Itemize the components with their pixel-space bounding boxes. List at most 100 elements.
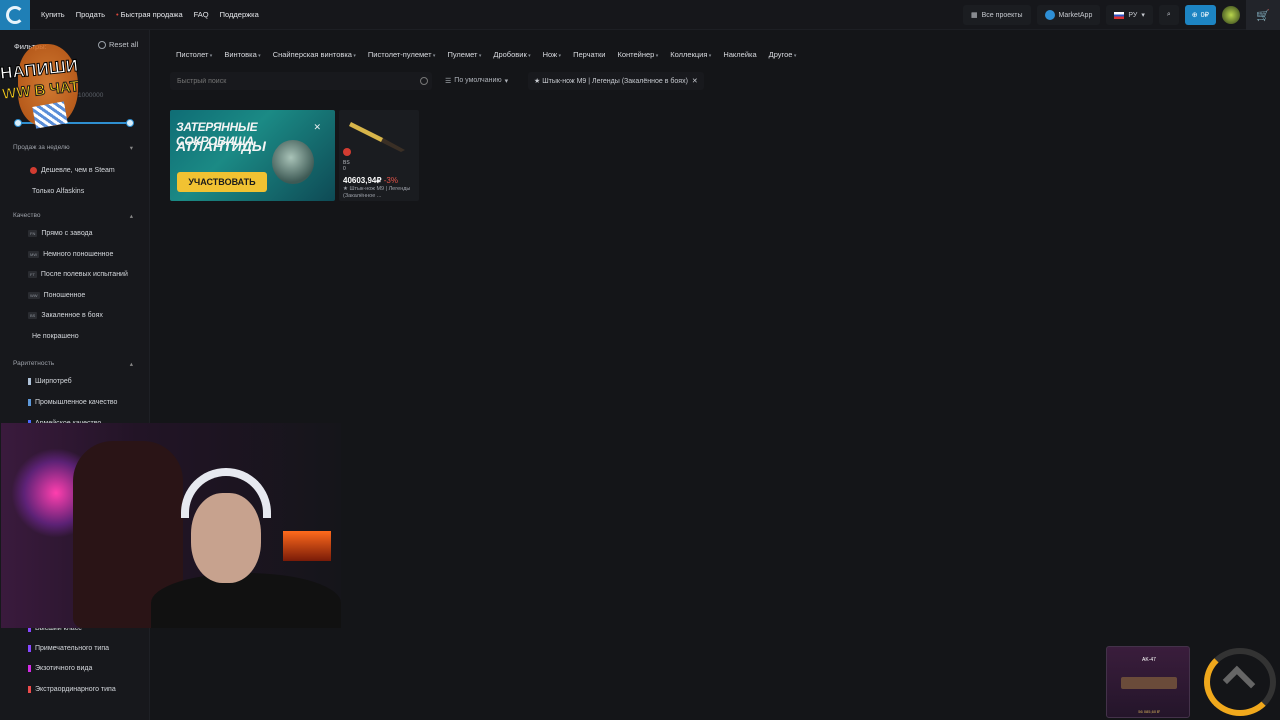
rarity-color-mark xyxy=(28,378,31,385)
category-pistol[interactable]: Пистолет xyxy=(176,50,212,59)
search-icon: ⌕ xyxy=(1166,11,1171,18)
quality-option[interactable]: BS Закаленное в боях xyxy=(28,312,103,319)
quality-section-title: Качество xyxy=(13,212,41,219)
stream-item-widget: AK-47 56 085,60 ₽ xyxy=(1104,644,1280,720)
category-knife[interactable]: Нож xyxy=(543,50,561,59)
balance-value: 0₽ xyxy=(1200,12,1209,19)
rarity-option[interactable]: Примечательного типа xyxy=(28,645,109,652)
plus-icon: ⊕ xyxy=(1191,12,1198,19)
close-icon[interactable]: ✕ xyxy=(692,77,698,85)
search-button[interactable]: ⌕ xyxy=(1158,5,1179,25)
topbar-right: ▦ Все проекты MarketApp РУ ▾ ⌕ ⊕ 0₽ 🛒 xyxy=(963,0,1280,30)
rarity-option[interactable]: Ширпотреб xyxy=(28,378,72,385)
item-discount: -3% xyxy=(383,176,398,185)
category-rifle[interactable]: Винтовка xyxy=(224,50,260,59)
quality-option[interactable]: Не покрашено xyxy=(32,333,79,340)
category-machinegun[interactable]: Пулемет xyxy=(447,50,481,59)
option-label: Промышленное качество xyxy=(35,399,118,406)
reset-icon xyxy=(98,40,106,49)
quality-option[interactable]: FN Прямо с завода xyxy=(28,230,93,237)
filter-cheaper-than-steam[interactable]: Дешевле, чем в Steam xyxy=(30,167,115,174)
quality-option[interactable]: FT После полевых испытаний xyxy=(28,271,128,278)
chevron-up-icon: ▴ xyxy=(129,213,133,220)
quality-tag: WW xyxy=(28,292,40,299)
close-icon[interactable]: ✕ xyxy=(313,122,321,133)
option-label: Поношенное xyxy=(43,292,86,299)
rarity-color-mark xyxy=(28,665,31,672)
streamer-shirt xyxy=(151,573,341,628)
option-label: Экзотичного вида xyxy=(35,665,93,672)
category-collection[interactable]: Коллекция xyxy=(670,50,711,59)
all-projects-button[interactable]: ▦ Все проекты xyxy=(963,5,1031,25)
logo-icon xyxy=(6,5,24,24)
item-name: ★ Штык-нож M9 | Легенды (Закалённое ... xyxy=(343,186,411,199)
widget-item-price: 56 085,60 ₽ xyxy=(1138,709,1160,714)
chevron-up-icon: ▴ xyxy=(129,361,133,368)
category-sniper-rifle[interactable]: Снайперская винтовка xyxy=(273,50,356,59)
search-icon xyxy=(420,77,428,85)
main-nav: Купить Продать Быстрая продажа FAQ Подде… xyxy=(41,10,259,19)
language-select[interactable]: РУ ▾ xyxy=(1106,5,1153,25)
category-other[interactable]: Другое xyxy=(769,50,797,59)
category-shotgun[interactable]: Дробовик xyxy=(493,50,530,59)
item-card[interactable]: BS 0 40603,94₽ -3% ★ Штык-нож M9 | Леген… xyxy=(339,110,419,201)
cart-button[interactable]: 🛒 xyxy=(1246,0,1280,30)
sort-dropdown[interactable]: ☰ По умолчанию ▾ xyxy=(440,72,513,90)
quality-section-header[interactable]: Качество ▴ xyxy=(13,212,133,220)
sort-icon: ☰ xyxy=(445,78,452,85)
participate-button[interactable]: УЧАСТВОВАТЬ xyxy=(177,172,267,192)
reset-label: Reset all xyxy=(109,40,139,49)
language-label: РУ xyxy=(1128,11,1138,19)
marketapp-button[interactable]: MarketApp xyxy=(1036,5,1101,25)
headphones xyxy=(181,468,271,518)
nav-support[interactable]: Поддержка xyxy=(220,10,259,19)
rifle-image xyxy=(1121,677,1177,689)
option-label: Примечательного типа xyxy=(35,645,110,652)
site-logo[interactable] xyxy=(0,0,30,30)
chevron-down-icon: ▾ xyxy=(1141,12,1145,19)
nav-sell[interactable]: Продать xyxy=(76,10,105,19)
quality-option[interactable]: MW Немного поношенное xyxy=(28,251,113,258)
chevron-down-icon: ▾ xyxy=(129,145,133,152)
nav-faq[interactable]: FAQ xyxy=(194,10,209,19)
stream-sticker-overlay: НАПИШИ WW В ЧАТ xyxy=(0,42,95,130)
quality-tag: BS xyxy=(28,312,38,319)
quality-option[interactable]: WW Поношенное xyxy=(28,292,85,299)
option-label: Немного поношенное xyxy=(43,251,114,258)
rarity-option[interactable]: Промышленное качество xyxy=(28,399,117,406)
cart-icon: 🛒 xyxy=(1256,9,1270,22)
top-navigation-bar: Купить Продать Быстрая продажа FAQ Подде… xyxy=(0,0,1280,30)
category-container[interactable]: Контейнер xyxy=(617,50,658,59)
slider-max-handle[interactable] xyxy=(126,119,134,127)
rarity-option[interactable]: Экстраординарного типа xyxy=(28,686,116,693)
filter-only-alfaskins[interactable]: Только Alfaskins xyxy=(32,188,84,195)
category-gloves[interactable]: Перчатки xyxy=(573,50,605,59)
item-wear: BS 0 xyxy=(343,160,350,172)
active-filter-label: ★ Штык-нож M9 | Легенды (Закалённое в бо… xyxy=(534,78,688,85)
user-avatar[interactable] xyxy=(1222,6,1240,24)
sales-section-header[interactable]: Продаж за неделю ▾ xyxy=(13,144,133,152)
steam-icon xyxy=(343,148,351,156)
quick-search-input[interactable] xyxy=(170,72,432,90)
rarity-color-mark xyxy=(28,645,31,652)
promo-banner[interactable]: ЗАТЕРЯННЫЕ СОКРОВИЩА АТЛАНТИДЫ УЧАСТВОВА… xyxy=(170,110,335,201)
category-smg[interactable]: Пистолет-пулемет xyxy=(368,50,436,59)
reset-all-button[interactable]: Reset all xyxy=(98,40,138,49)
option-label: Только Alfaskins xyxy=(32,188,85,195)
russia-flag-icon xyxy=(1114,11,1125,19)
balance-button[interactable]: ⊕ 0₽ xyxy=(1184,5,1216,25)
category-sticker[interactable]: Наклейка xyxy=(723,50,756,59)
rarity-option[interactable]: Экзотичного вида xyxy=(28,665,92,672)
knife-image xyxy=(349,122,405,152)
rarity-section-header[interactable]: Раритетность ▴ xyxy=(13,360,133,368)
nav-buy[interactable]: Купить xyxy=(41,10,65,19)
banner-title-line2: АТЛАНТИДЫ xyxy=(176,138,266,154)
sales-section-title: Продаж за неделю xyxy=(13,144,70,151)
chevron-down-icon: ▾ xyxy=(504,78,509,85)
active-filter-chip[interactable]: ★ Штык-нож M9 | Легенды (Закалённое в бо… xyxy=(528,72,704,90)
webcam-overlay xyxy=(1,423,341,628)
nav-quick-sell[interactable]: Быстрая продажа xyxy=(116,10,183,19)
option-label: Ширпотреб xyxy=(35,378,72,385)
item-price-row: 40603,94₽ -3% xyxy=(343,176,398,185)
option-label: Прямо с завода xyxy=(41,230,93,237)
